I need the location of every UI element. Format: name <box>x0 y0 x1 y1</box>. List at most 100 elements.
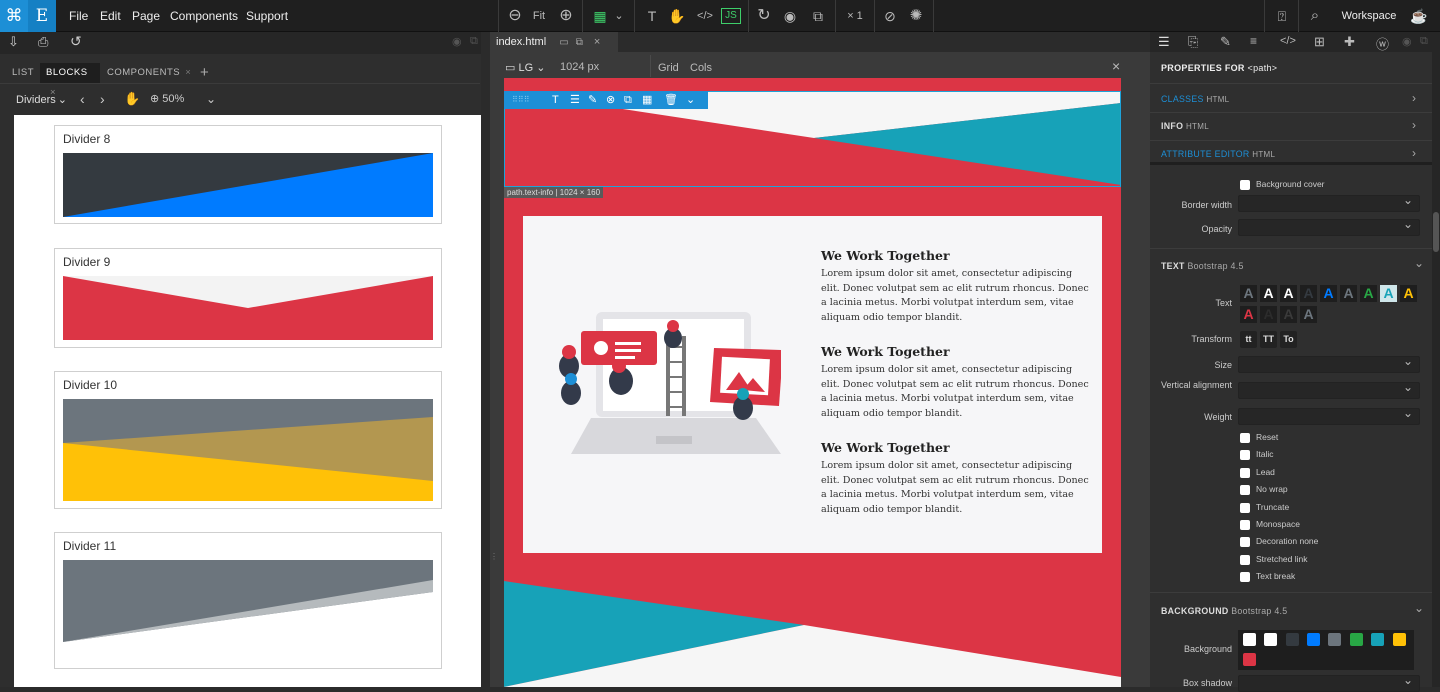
bg-swatch-warning[interactable] <box>1393 633 1406 646</box>
text-color-success[interactable]: A <box>1360 285 1377 302</box>
new-window-icon[interactable]: ⧉ <box>808 6 828 26</box>
zoom-fit-button[interactable]: Fit <box>529 6 549 26</box>
device-icon[interactable]: ▭ <box>559 37 568 48</box>
text-color-dark[interactable]: A <box>1300 285 1317 302</box>
grid-icon[interactable]: ▦ <box>642 91 652 109</box>
editor-mode-icon[interactable]: E <box>28 0 56 32</box>
chevron-down-icon[interactable]: ⌄ <box>686 91 695 109</box>
box-shadow-select[interactable] <box>1238 673 1420 692</box>
classes-section[interactable]: CLASSES HTML › <box>1150 84 1432 112</box>
transform-uppercase[interactable]: TT <box>1260 331 1277 348</box>
search-icon[interactable]: ⌕ <box>1305 6 1325 26</box>
menu-page[interactable]: Page <box>132 0 160 32</box>
opacity-select[interactable] <box>1238 217 1420 236</box>
vertical-alignment-select[interactable] <box>1238 380 1420 399</box>
weight-select[interactable] <box>1238 406 1420 425</box>
text-color-body[interactable]: A <box>1280 306 1297 323</box>
stretched-link-checkbox[interactable]: Stretched link <box>1240 553 1308 565</box>
text-color-muted[interactable]: A <box>1340 285 1357 302</box>
text-color-danger[interactable]: A <box>1240 306 1257 323</box>
text-color-white[interactable]: A <box>1260 285 1277 302</box>
device-layout-icon[interactable]: ▦ <box>590 6 610 26</box>
workspace-button[interactable]: Workspace <box>1340 6 1398 26</box>
text-color-primary[interactable]: A <box>1320 285 1337 302</box>
text-color-info[interactable]: A <box>1380 285 1397 302</box>
properties-icon[interactable]: ☰ <box>1158 34 1170 50</box>
info-section[interactable]: INFO HTML › <box>1150 113 1432 141</box>
zoom-control[interactable]: ⊕ 50% <box>150 92 184 105</box>
bg-swatch-info[interactable] <box>1371 633 1384 646</box>
text-color-light[interactable]: A <box>1280 285 1297 302</box>
zoom-multiplier[interactable]: × 1 <box>842 6 868 26</box>
cols-toggle[interactable]: Cols <box>690 62 712 74</box>
chevron-down-icon[interactable]: ⌄ <box>206 92 216 106</box>
hand-icon[interactable]: ✋ <box>124 91 140 107</box>
italic-checkbox[interactable]: Italic <box>1240 448 1273 460</box>
block-card[interactable]: Divider 10 <box>54 371 442 509</box>
properties-scrollbar[interactable] <box>1432 52 1440 687</box>
breakpoint-select[interactable]: ▭ LG ⌄ <box>505 61 545 74</box>
size-select[interactable] <box>1238 354 1420 373</box>
text-color-warning[interactable]: A <box>1400 285 1417 302</box>
menu-support[interactable]: Support <box>246 0 288 32</box>
refresh-icon[interactable]: ↻ <box>754 6 774 26</box>
close-icon[interactable]: × <box>1112 58 1120 74</box>
bg-swatch-white[interactable] <box>1243 633 1256 646</box>
eye-icon[interactable]: ◉ <box>452 35 462 48</box>
resize-handle-icon[interactable]: ⋮ <box>490 552 498 561</box>
block-card[interactable]: Divider 11 <box>54 532 442 669</box>
tab-list[interactable]: LIST <box>12 63 34 83</box>
no-wrap-checkbox[interactable]: No wrap <box>1240 483 1288 495</box>
open-window-icon[interactable]: ⧉ <box>576 37 583 48</box>
bottom-divider[interactable] <box>504 581 1121 687</box>
text-color-secondary[interactable]: A <box>1240 285 1257 302</box>
close-icon[interactable]: × <box>185 67 191 78</box>
previous-icon[interactable]: ‹ <box>80 91 85 107</box>
chevron-down-icon[interactable]: ⌄ <box>1414 256 1424 270</box>
text-edit-icon[interactable]: T <box>552 91 559 109</box>
pinegrow-logo-icon[interactable]: ⌘ <box>0 0 28 32</box>
hand-pointer-icon[interactable]: ✋ <box>667 6 687 26</box>
trash-icon[interactable]: 🗑 <box>664 91 678 109</box>
zoom-in-icon[interactable]: ⊕ <box>556 6 576 26</box>
scrollbar-thumb[interactable] <box>1433 212 1439 252</box>
background-cover-checkbox[interactable]: Background cover <box>1240 178 1325 190</box>
monospace-checkbox[interactable]: Monospace <box>1240 518 1300 530</box>
bg-swatch-dark[interactable] <box>1286 633 1299 646</box>
menu-file[interactable]: File <box>69 0 88 32</box>
detach-icon[interactable]: ⧉ <box>1420 35 1428 48</box>
workspace-menu-icon[interactable]: ☕ <box>1408 6 1430 26</box>
truncate-checkbox[interactable]: Truncate <box>1240 501 1289 513</box>
add-tab-button[interactable]: + <box>200 63 209 83</box>
wordpress-icon[interactable]: ⓦ <box>1376 34 1389 53</box>
chevron-down-icon[interactable]: ⌄ <box>1414 601 1424 615</box>
brush-icon[interactable]: ✎ <box>1220 34 1231 50</box>
detach-icon[interactable]: ⧉ <box>470 35 478 48</box>
eye-icon[interactable]: ◉ <box>1402 35 1412 48</box>
drag-handle-icon[interactable]: ⠿⠿⠿ <box>512 91 530 109</box>
duplicate-icon[interactable]: ⧉ <box>624 91 632 109</box>
block-card[interactable]: Divider 8 <box>54 125 442 224</box>
text-color-gray[interactable]: A <box>1300 306 1317 323</box>
transform-lowercase[interactable]: tt <box>1240 331 1257 348</box>
actions-icon[interactable]: ≡ <box>1250 34 1257 48</box>
background-section-header[interactable]: BACKGROUND Bootstrap 4.5 <box>1161 606 1288 616</box>
category-select[interactable]: Dividers ⌄ <box>16 93 67 106</box>
import-icon[interactable]: ⇩ <box>8 34 19 50</box>
javascript-icon[interactable]: JS <box>721 8 741 24</box>
decoration-none-checkbox[interactable]: Decoration none <box>1240 535 1318 547</box>
pages-icon[interactable]: ⎘ <box>1188 34 1198 50</box>
brush-icon[interactable]: ✎ <box>588 91 597 109</box>
grid-toggle[interactable]: Grid <box>658 62 679 74</box>
help-icon[interactable]: ⍰ <box>1272 6 1292 26</box>
transform-capitalize[interactable]: To <box>1280 331 1297 348</box>
code-view-icon[interactable]: </> <box>694 6 716 26</box>
sliders-icon[interactable]: ☰ <box>570 91 580 109</box>
preview-icon[interactable]: ◉ <box>780 6 800 26</box>
undo-icon[interactable]: ↺ <box>70 33 82 50</box>
link-icon[interactable]: ⊗ <box>606 91 615 109</box>
zoom-out-icon[interactable]: ⊖ <box>505 6 525 26</box>
close-icon[interactable]: × <box>594 36 600 48</box>
code-icon[interactable]: </> <box>1280 35 1296 47</box>
bg-swatch-danger[interactable] <box>1243 653 1256 666</box>
